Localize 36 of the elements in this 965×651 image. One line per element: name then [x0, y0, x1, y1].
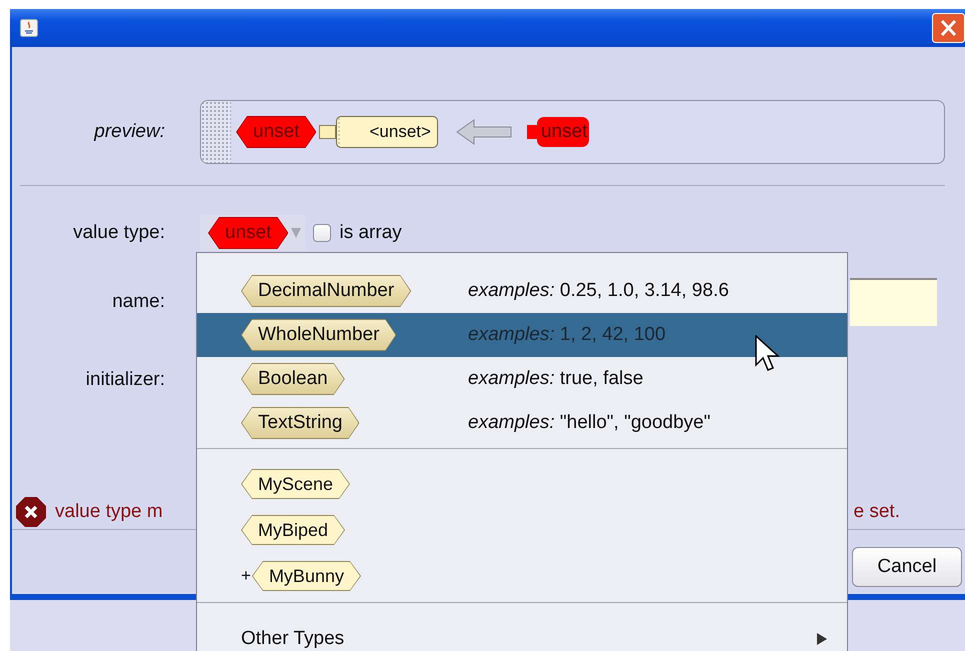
checkbox[interactable]: [313, 224, 332, 242]
left-arrow-icon: [456, 119, 512, 145]
type-tag: DecimalNumber: [241, 275, 412, 307]
error-message: value type m: [55, 500, 163, 524]
app-icon: [20, 19, 38, 37]
field-label: name:: [111, 290, 166, 314]
checkbox-label: is array: [339, 220, 402, 245]
submenu-arrow-icon: [817, 633, 827, 645]
examples-text: examples: 0.25, 1.0, 3.14, 98.6: [468, 278, 730, 303]
type-tag: Boolean: [241, 363, 345, 395]
type-tag: MyScene: [241, 469, 350, 499]
examples-text: examples: "hello", "goodbye": [468, 410, 712, 435]
field-label: value type:: [72, 220, 166, 245]
menu-item[interactable]: + MyBunny: [197, 553, 847, 599]
type-tag: MyBunny: [252, 561, 361, 591]
type-tag: TextString: [241, 407, 360, 439]
examples-text: examples: 1, 2, 42, 100: [468, 322, 667, 347]
preview-label: preview:: [92, 120, 166, 144]
plus-sign: +: [241, 565, 251, 588]
field-label: initializer:: [84, 368, 166, 392]
type-tag: unset: [236, 116, 316, 148]
dropdown-arrow-icon: [291, 227, 302, 239]
error-icon: [15, 496, 47, 528]
type-tag: WholeNumber: [241, 319, 396, 351]
cancel-button[interactable]: Cancel: [852, 547, 962, 587]
name-field[interactable]: [850, 278, 937, 326]
close-icon[interactable]: [932, 13, 965, 43]
menu-item[interactable]: TextString examples: "hello", "goodbye": [197, 401, 847, 445]
type-tag: MyBiped: [241, 515, 346, 545]
menu-item[interactable]: Boolean examples: true, false: [197, 357, 847, 401]
examples-text: examples: true, false: [468, 366, 644, 391]
menu-item[interactable]: MyScene: [197, 461, 847, 507]
error-message: e set.: [854, 500, 900, 524]
menu-item[interactable]: MyBiped: [197, 507, 847, 553]
menu-item[interactable]: DecimalNumber examples: 0.25, 1.0, 3.14, 98.6: [197, 269, 847, 313]
menu-item[interactable]: WholeNumber examples: 1, 2, 42, 100: [197, 313, 847, 357]
